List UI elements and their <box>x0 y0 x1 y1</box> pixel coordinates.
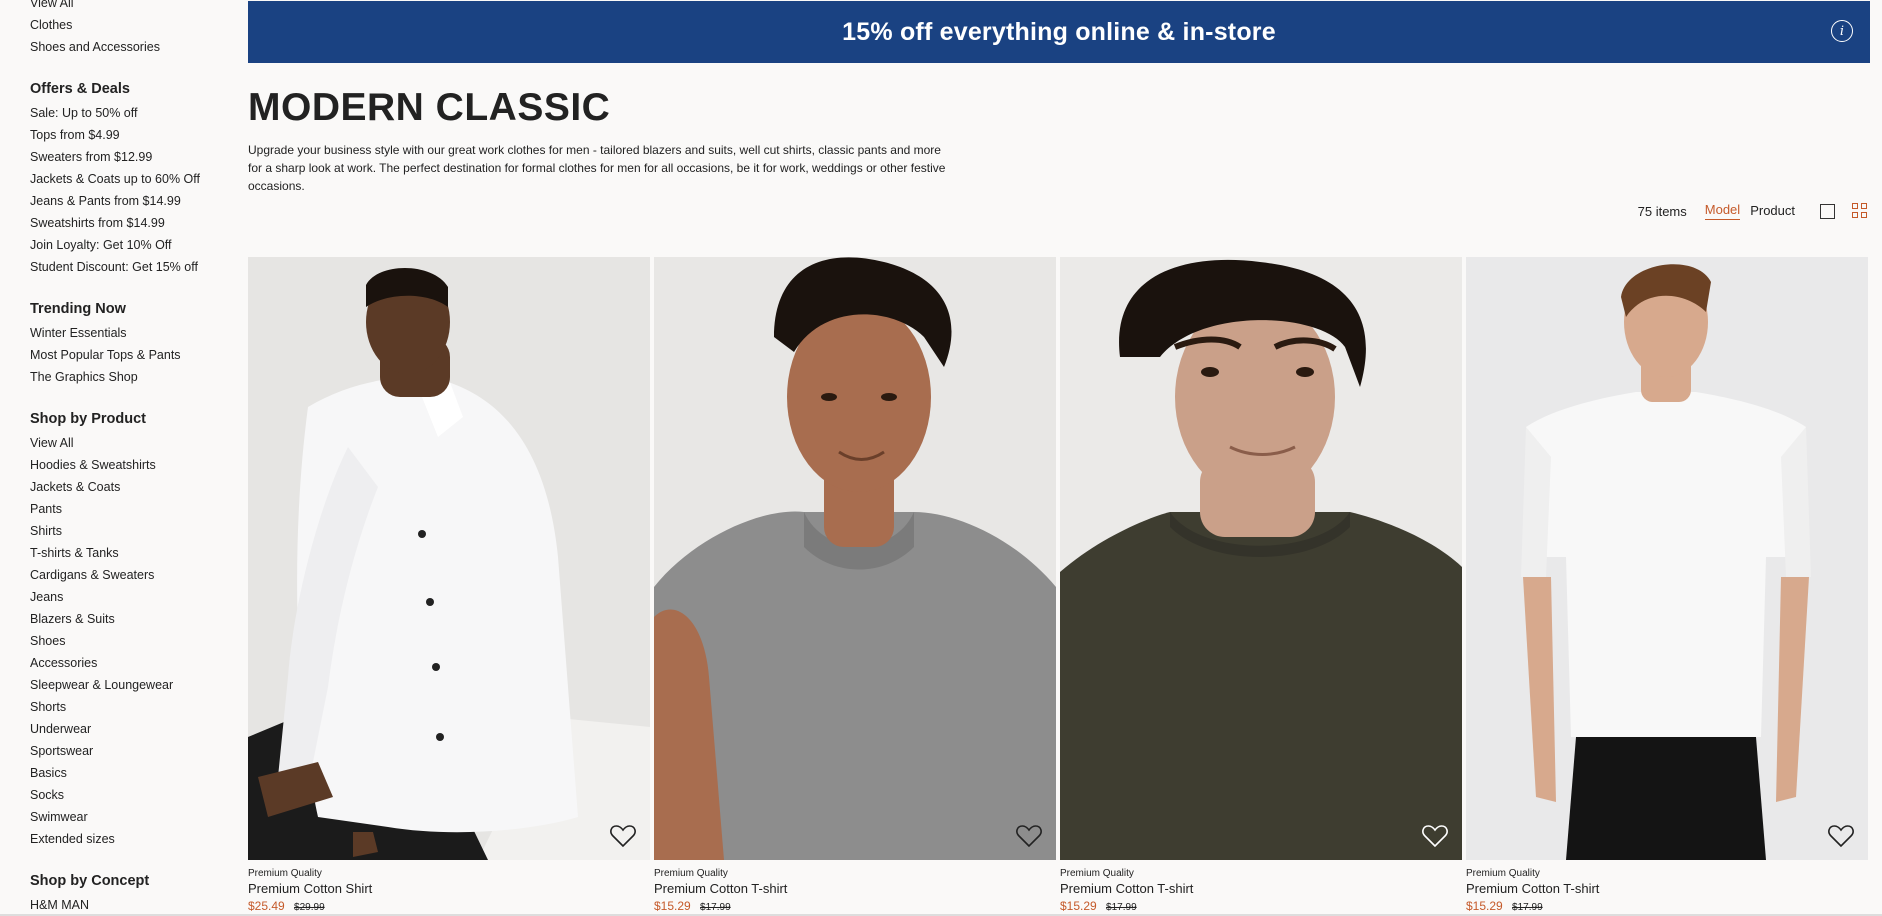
sidebar-item-cardigans[interactable]: Cardigans & Sweaters <box>30 564 230 586</box>
sidebar-item-view-all[interactable]: View All <box>30 432 230 454</box>
sidebar-item-most-popular[interactable]: Most Popular Tops & Pants <box>30 344 230 366</box>
item-count: 75 items <box>1637 203 1687 219</box>
sidebar-heading-trending: Trending Now <box>30 301 126 317</box>
original-price: $17.99 <box>1512 902 1543 913</box>
sidebar-item-jeans[interactable]: Jeans <box>30 586 230 608</box>
product-quality: Premium Quality <box>1060 868 1134 879</box>
sidebar-item-sale[interactable]: Sale: Up to 50% off <box>30 102 230 124</box>
product-photo-white-tshirt <box>1466 257 1868 860</box>
sidebar-item-shoes[interactable]: Shoes <box>30 630 230 652</box>
product-name[interactable]: Premium Cotton T-shirt <box>654 881 1056 896</box>
sale-price: $15.29 <box>1060 899 1097 913</box>
sidebar-item-jackets-coats-offer[interactable]: Jackets & Coats up to 60% Off <box>30 168 230 190</box>
sidebar-item-loyalty[interactable]: Join Loyalty: Get 10% Off <box>30 234 230 256</box>
sidebar-item-winter-essentials[interactable]: Winter Essentials <box>30 322 230 344</box>
price-row: $15.29 $17.99 <box>1060 899 1462 913</box>
sidebar-item-accessories[interactable]: Accessories <box>30 652 230 674</box>
product-photo-gray-tshirt <box>654 257 1056 860</box>
listing-toolbar: 75 items Model Product <box>1638 202 1868 220</box>
sidebar-item-blazers[interactable]: Blazers & Suits <box>30 608 230 630</box>
sidebar-link-view-all-top[interactable]: View All <box>30 0 230 14</box>
sidebar-item-pants[interactable]: Pants <box>30 498 230 520</box>
page: View All Clothes Shoes and Accessories O… <box>0 0 1882 916</box>
product-image[interactable] <box>654 257 1056 860</box>
product-name[interactable]: Premium Cotton Shirt <box>248 881 650 896</box>
price-row: $25.49 $29.99 <box>248 899 650 913</box>
tab-product[interactable]: Product <box>1750 203 1795 220</box>
sidebar-heading-shop-by-product: Shop by Product <box>30 411 146 427</box>
product-card[interactable]: Premium Quality Premium Cotton T-shirt $… <box>1466 257 1868 913</box>
original-price: $17.99 <box>700 902 731 913</box>
page-title: MODERN CLASSIC <box>248 86 611 129</box>
product-image[interactable] <box>248 257 650 860</box>
sidebar-item-graphics-shop[interactable]: The Graphics Shop <box>30 366 230 388</box>
sidebar-item-sweaters[interactable]: Sweaters from $12.99 <box>30 146 230 168</box>
heart-icon[interactable] <box>1016 824 1042 848</box>
product-image[interactable] <box>1060 257 1462 860</box>
sidebar-item-hm-man[interactable]: H&M MAN <box>30 894 230 916</box>
sale-price: $25.49 <box>248 899 285 913</box>
product-name[interactable]: Premium Cotton T-shirt <box>1466 881 1868 896</box>
sidebar-item-student-discount[interactable]: Student Discount: Get 15% off <box>30 256 230 278</box>
sidebar-item-extended-sizes[interactable]: Extended sizes <box>30 828 230 850</box>
sidebar-item-jeans-pants[interactable]: Jeans & Pants from $14.99 <box>30 190 230 212</box>
price-row: $15.29 $17.99 <box>1466 899 1868 913</box>
sidebar-item-shirts[interactable]: Shirts <box>30 520 230 542</box>
heart-icon[interactable] <box>1422 824 1448 848</box>
page-description: Upgrade your business style with our gre… <box>248 143 946 193</box>
sidebar-link-clothes[interactable]: Clothes <box>30 14 230 36</box>
sidebar-item-basics[interactable]: Basics <box>30 762 230 784</box>
original-price: $17.99 <box>1106 902 1137 913</box>
sidebar-nav: View All Clothes Shoes and Accessories O… <box>30 0 230 916</box>
sidebar-item-jackets-coats[interactable]: Jackets & Coats <box>30 476 230 498</box>
sidebar-item-swimwear[interactable]: Swimwear <box>30 806 230 828</box>
sale-price: $15.29 <box>1466 899 1503 913</box>
info-icon[interactable]: i <box>1831 20 1853 42</box>
sidebar-item-sleepwear[interactable]: Sleepwear & Loungewear <box>30 674 230 696</box>
product-quality: Premium Quality <box>654 868 728 879</box>
product-image[interactable] <box>1466 257 1868 860</box>
sidebar-item-sweatshirts[interactable]: Sweatshirts from $14.99 <box>30 212 230 234</box>
product-name[interactable]: Premium Cotton T-shirt <box>1060 881 1462 896</box>
product-photo-olive-tshirt <box>1060 257 1462 860</box>
sidebar-heading-offers: Offers & Deals <box>30 81 130 97</box>
sidebar-item-hoodies[interactable]: Hoodies & Sweatshirts <box>30 454 230 476</box>
product-photo-white-shirt <box>248 257 650 860</box>
promo-banner-text: 15% off everything online & in-store <box>842 17 1276 46</box>
product-quality: Premium Quality <box>248 868 322 879</box>
sidebar-item-tops[interactable]: Tops from $4.99 <box>30 124 230 146</box>
original-price: $29.99 <box>294 902 325 913</box>
sidebar-item-tshirts[interactable]: T-shirts & Tanks <box>30 542 230 564</box>
product-card[interactable]: Premium Quality Premium Cotton Shirt $25… <box>248 257 650 913</box>
promo-banner[interactable]: 15% off everything online & in-store i <box>248 1 1870 63</box>
tab-model[interactable]: Model <box>1704 202 1741 220</box>
product-quality: Premium Quality <box>1466 868 1540 879</box>
sidebar-item-shorts[interactable]: Shorts <box>30 696 230 718</box>
product-card[interactable]: Premium Quality Premium Cotton T-shirt $… <box>654 257 1056 913</box>
sidebar-heading-shop-by-concept: Shop by Concept <box>30 873 150 889</box>
sidebar-item-underwear[interactable]: Underwear <box>30 718 230 740</box>
product-card[interactable]: Premium Quality Premium Cotton T-shirt $… <box>1060 257 1462 913</box>
heart-icon[interactable] <box>610 824 636 848</box>
sidebar-item-sportswear[interactable]: Sportswear <box>30 740 230 762</box>
grid-view-icon[interactable] <box>1852 203 1868 219</box>
single-view-icon[interactable] <box>1820 203 1835 219</box>
sidebar-link-shoes-accessories[interactable]: Shoes and Accessories <box>30 36 230 58</box>
heart-icon[interactable] <box>1828 824 1854 848</box>
sidebar-item-socks[interactable]: Socks <box>30 784 230 806</box>
sale-price: $15.29 <box>654 899 691 913</box>
price-row: $15.29 $17.99 <box>654 899 1056 913</box>
